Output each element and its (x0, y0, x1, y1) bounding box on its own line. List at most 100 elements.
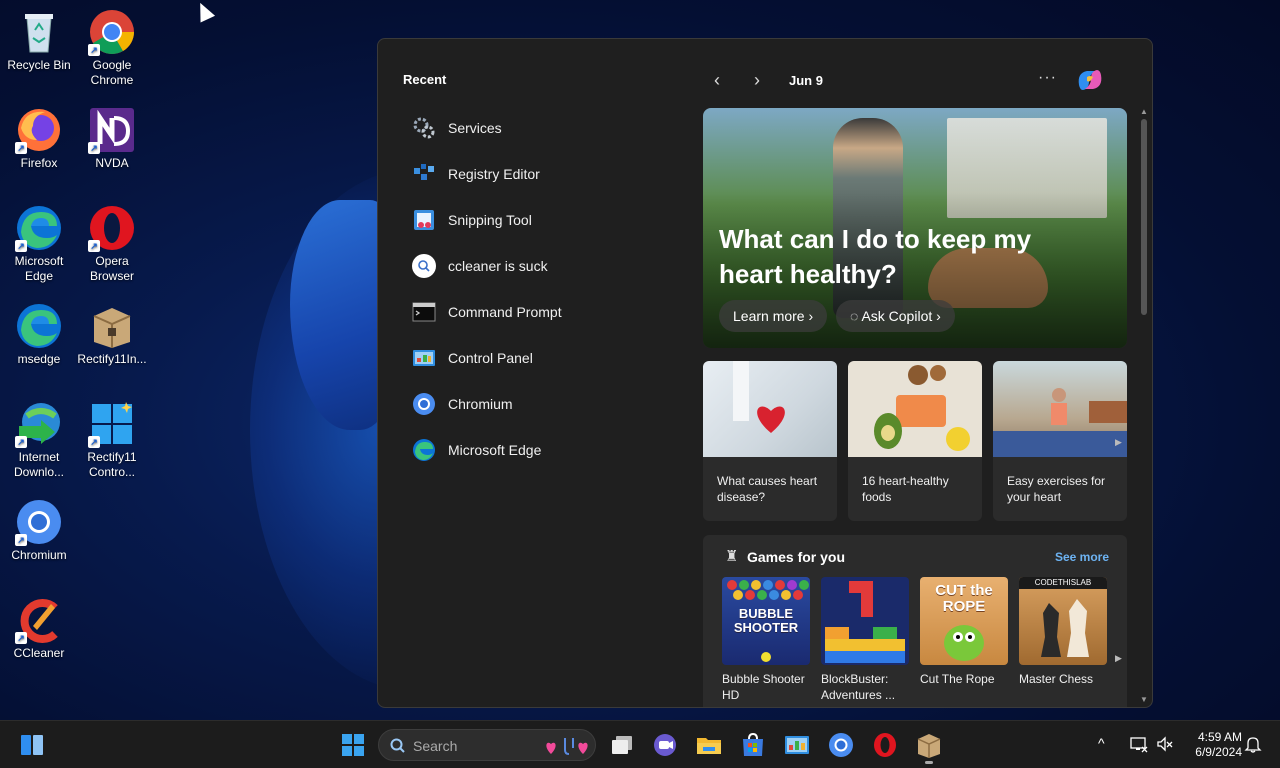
chevron-right-icon: › (936, 308, 941, 324)
desktop-icon-label: Microsoft Edge (14, 254, 64, 283)
story-card-caption: What causes heart disease? (717, 474, 818, 504)
start-button[interactable] (339, 731, 367, 759)
show-hidden-icons-button[interactable]: ^ (1098, 735, 1105, 768)
scroll-down-icon[interactable]: ▼ (1140, 695, 1148, 704)
desktop-icon-rectify11-installer[interactable]: Rectify11In... (73, 302, 151, 367)
recent-item-label: Control Panel (448, 350, 533, 366)
game-art: BUBBLE SHOOTER (722, 577, 810, 665)
recent-item-services[interactable]: Services (412, 105, 692, 151)
taskbar-search-box[interactable] (378, 729, 596, 761)
chevron-right-icon: › (808, 308, 814, 324)
desktop-icon-microsoft-edge[interactable]: ↗ Microsoft Edge (0, 204, 78, 284)
recent-item-label: Snipping Tool (448, 212, 532, 228)
recent-item-control-panel[interactable]: Control Panel (412, 335, 692, 381)
widgets-topbar: ‹ › Jun 9 ··· (703, 67, 1133, 93)
see-more-link[interactable]: See more (1055, 550, 1109, 564)
game-tile-cut-the-rope[interactable]: CUT the ROPE Cut The Rope (920, 577, 1008, 687)
desktop-icon-rectify11-control[interactable]: ↗ Rectify11 Contro... (73, 400, 151, 480)
file-explorer-button[interactable] (695, 731, 723, 759)
desktop-icon-ccleaner[interactable]: ↗ CCleaner (0, 596, 78, 661)
recent-item-label: Command Prompt (448, 304, 562, 320)
desktop-icon-label: CCleaner (13, 646, 65, 660)
story-card-image (848, 361, 982, 457)
recent-item-command-prompt[interactable]: Command Prompt (412, 289, 692, 335)
game-name: Cut The Rope (920, 672, 995, 686)
hero-story-card[interactable]: What can I do to keep my heart healthy? … (703, 108, 1127, 348)
story-card-easy-exercises[interactable]: Easy exercises for your heart (993, 361, 1127, 521)
microsoft-store-button[interactable] (739, 731, 767, 759)
widgets-panel: Recent Services Registry Editor Snipping… (377, 38, 1153, 708)
ask-copilot-button[interactable]: ◌ Ask Copilot › (836, 300, 955, 332)
game-tile-blockbuster[interactable]: BlockBuster: Adventures ... (821, 577, 909, 703)
volume-muted-icon[interactable] (1156, 735, 1174, 768)
game-tile-bubble-shooter[interactable]: BUBBLE SHOOTER Bubble Shooter HD (722, 577, 810, 703)
desktop-icon-msedge[interactable]: msedge (0, 302, 78, 367)
desktop-icon-label: NVDA (95, 156, 129, 170)
desktop-icon-firefox[interactable]: ↗ Firefox (0, 106, 78, 171)
story-card-image (703, 361, 837, 457)
desktop-icon-opera-browser[interactable]: ↗ Opera Browser (73, 204, 151, 284)
recent-item-snipping-tool[interactable]: Snipping Tool (412, 197, 692, 243)
scroll-thumb[interactable] (1141, 119, 1147, 315)
search-highlight-hearts-icon (546, 738, 588, 755)
edge-icon (412, 438, 436, 462)
game-name: Master Chess (1019, 672, 1094, 686)
games-next-arrow-icon[interactable]: ▶ (1115, 653, 1122, 664)
registry-editor-icon (412, 162, 436, 186)
ccleaner-icon: ↗ (15, 596, 63, 644)
clock-date: 6/9/2024 (1195, 745, 1242, 759)
desktop-icon-nvda[interactable]: ↗ NVDA (73, 106, 151, 171)
scroll-up-icon[interactable]: ▲ (1140, 107, 1148, 116)
desktop-icon-chromium[interactable]: ↗ Chromium (0, 498, 78, 563)
game-art-text: CUT the ROPE (935, 582, 993, 615)
snipping-tool-icon (412, 208, 436, 232)
games-title: Games for you (747, 549, 846, 565)
taskbar-clock[interactable]: 4:59 AM 6/9/2024 (1180, 730, 1242, 760)
recent-item-chromium[interactable]: Chromium (412, 381, 692, 427)
recent-item-search-ccleaner[interactable]: ccleaner is suck (412, 243, 692, 289)
more-options-button[interactable]: ··· (1038, 69, 1057, 87)
story-card-heart-disease[interactable]: What causes heart disease? (703, 361, 837, 521)
edge-icon (15, 302, 63, 350)
task-view-button[interactable] (608, 731, 636, 759)
games-section: ♜ Games for you See more BUBBLE SHOOTER … (703, 535, 1127, 707)
game-art (821, 577, 909, 665)
recent-item-microsoft-edge[interactable]: Microsoft Edge (412, 427, 692, 473)
desktop-icon-google-chrome[interactable]: ↗ Google Chrome (73, 8, 151, 88)
chromium-taskbar-button[interactable] (827, 731, 855, 759)
taskbar: ^ 4:59 AM 6/9/2024 (0, 720, 1280, 768)
opera-taskbar-button[interactable] (871, 731, 899, 759)
recent-item-registry-editor[interactable]: Registry Editor (412, 151, 692, 197)
recent-title: Recent (403, 72, 447, 87)
widgets-scrollbar[interactable]: ▲ ▼ (1140, 107, 1148, 704)
network-icon[interactable] (1130, 735, 1148, 768)
desktop-icon-recycle-bin[interactable]: Recycle Bin (0, 8, 78, 73)
game-tile-master-chess[interactable]: CODETHISLAB Master Chess (1019, 577, 1107, 687)
game-name: BlockBuster: Adventures ... (821, 672, 896, 702)
desktop-icon-label: Rectify11 Contro... (87, 450, 137, 479)
notification-bell-icon[interactable] (1244, 735, 1262, 768)
widgets-button[interactable] (18, 731, 46, 759)
search-input[interactable] (413, 736, 533, 756)
recent-item-label: Chromium (448, 396, 513, 412)
desktop-icon-label: Opera Browser (89, 254, 134, 283)
package-icon (88, 302, 136, 350)
copilot-icon[interactable] (1075, 67, 1105, 93)
prev-day-button[interactable]: ‹ (703, 70, 731, 91)
desktop-icon-label: msedge (17, 352, 61, 366)
cards-next-arrow-icon[interactable]: ▶ (1115, 437, 1122, 448)
next-day-button[interactable]: › (743, 70, 771, 91)
recent-item-label: Services (448, 120, 502, 136)
idm-icon: ↗ (15, 400, 63, 448)
rectify11-installer-taskbar-button[interactable] (915, 731, 943, 764)
nvda-icon: ↗ (88, 106, 136, 154)
control-panel-button[interactable] (783, 731, 811, 759)
learn-more-button[interactable]: Learn more › (719, 300, 828, 332)
feed-date: Jun 9 (789, 72, 823, 88)
story-card-heart-healthy-foods[interactable]: 16 heart-healthy foods (848, 361, 982, 521)
desktop-icon-internet-download-manager[interactable]: ↗ Internet Downlo... (0, 400, 78, 480)
ask-copilot-label: Ask Copilot (861, 308, 933, 324)
story-card-image (993, 361, 1127, 457)
teams-chat-button[interactable] (651, 731, 679, 759)
running-indicator (925, 761, 933, 764)
